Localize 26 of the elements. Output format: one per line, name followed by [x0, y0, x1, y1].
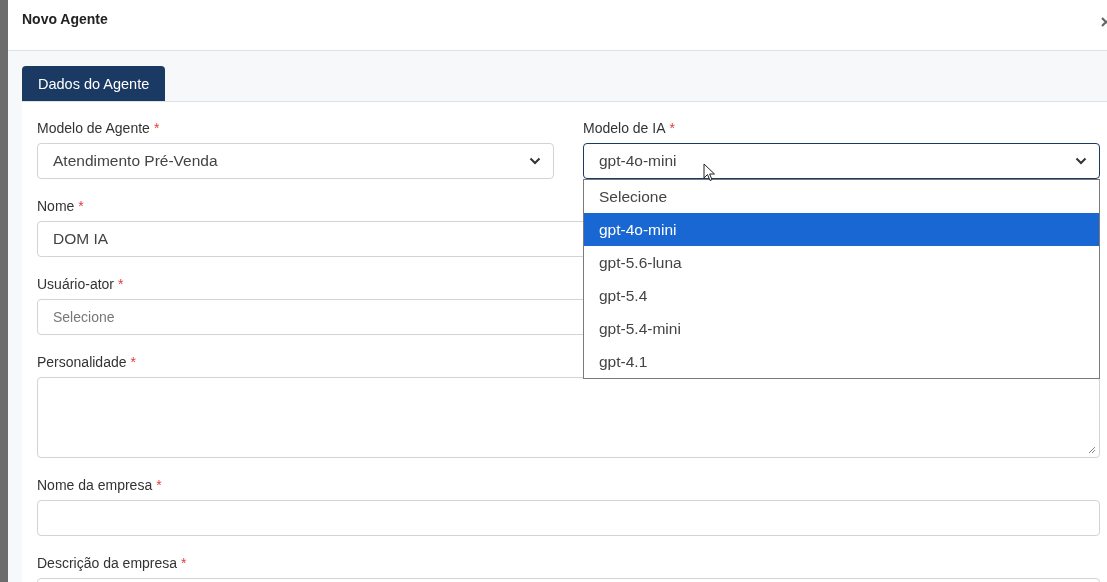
field-label: Personalidade — [37, 354, 127, 370]
field-label: Nome — [37, 198, 75, 214]
chevron-down-icon — [529, 157, 541, 165]
field-label: Descrição da empresa — [37, 555, 178, 571]
close-icon[interactable] — [1101, 17, 1107, 27]
field-label: Usuário-ator — [37, 276, 115, 292]
field-label: Modelo de Agente — [37, 120, 150, 136]
dropdown-option[interactable]: gpt-4.1 — [584, 345, 1099, 378]
resize-handle-icon[interactable] — [1088, 446, 1096, 454]
chevron-down-icon — [1075, 157, 1087, 165]
select-field[interactable]: Atendimento Pré-Venda — [37, 143, 554, 179]
required-mark: * — [130, 354, 136, 370]
select-field[interactable]: gpt-4o-mini — [583, 143, 1100, 179]
tab[interactable]: Dados do Agente — [22, 66, 166, 101]
required-mark: * — [118, 276, 124, 292]
required-mark: * — [156, 477, 162, 493]
required-mark: * — [181, 555, 187, 571]
field-label: Nome da empresa — [37, 477, 153, 493]
required-mark: * — [669, 120, 675, 136]
input-field[interactable] — [37, 500, 1100, 536]
modal-title: Novo Agente — [22, 11, 108, 27]
required-mark: * — [153, 120, 160, 136]
field-label: Modelo de IA — [583, 120, 666, 136]
dropdown-option[interactable]: gpt-4o-mini — [584, 213, 1099, 246]
dropdown-option[interactable]: Selecione — [584, 180, 1099, 213]
required-mark: * — [78, 198, 84, 214]
